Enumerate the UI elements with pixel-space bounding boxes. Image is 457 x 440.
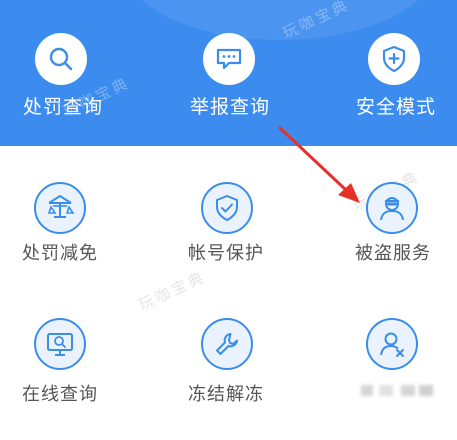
menu-item-label: 举报查询 [190, 96, 271, 118]
shield-check-icon [201, 182, 253, 234]
scales-icon [34, 182, 86, 234]
wrench-icon [201, 318, 253, 370]
menu-item-report-query[interactable]: 举报查询 [152, 0, 304, 146]
top-banner: 玩咖宝典 玩咖宝典 处罚查询 举报查询 安全模式 [0, 0, 457, 146]
menu-item-label: 处罚减免 [22, 243, 98, 264]
menu-item-theft-service[interactable]: 被盗服务 [304, 160, 456, 300]
menu-item-freeze-unfreeze[interactable]: 冻结解冻 [152, 300, 304, 440]
search-icon [35, 33, 87, 85]
menu-item-label: 处罚查询 [23, 96, 104, 118]
menu-item-label: 被盗服务 [355, 243, 431, 264]
menu-item-label: 在线查询 [22, 384, 98, 405]
monitor-search-icon [34, 318, 86, 370]
thief-icon [366, 182, 418, 234]
shield-plus-icon [368, 33, 420, 85]
menu-item-penalty-reduction[interactable]: 处罚减免 [0, 160, 152, 300]
obscured-label [361, 381, 433, 399]
chat-bubble-icon [203, 33, 255, 85]
menu-item-label: 冻结解冻 [188, 384, 264, 405]
menu-item-safe-mode[interactable]: 安全模式 [304, 0, 456, 146]
menu-item-label: 帐号保护 [188, 243, 264, 264]
menu-item-online-query[interactable]: 在线查询 [0, 300, 152, 440]
menu-item-label: 安全模式 [356, 96, 437, 118]
user-remove-icon [366, 318, 418, 370]
menu-item-account-remove[interactable] [304, 300, 456, 440]
menu-item-account-protection[interactable]: 帐号保护 [152, 160, 304, 300]
menu-item-penalty-query[interactable]: 处罚查询 [0, 0, 152, 146]
